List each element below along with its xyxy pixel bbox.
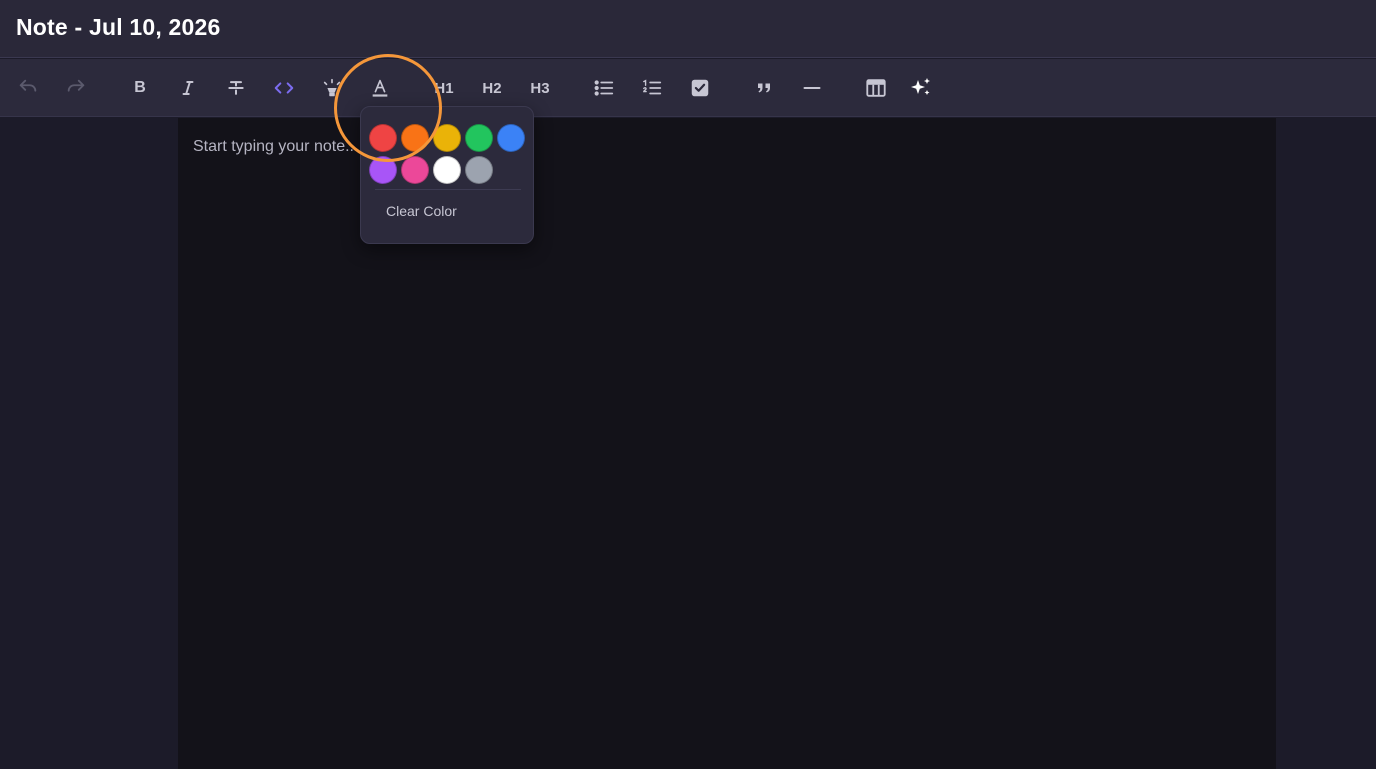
editor-placeholder: Start typing your note... bbox=[193, 138, 359, 155]
code-icon bbox=[274, 82, 294, 94]
heading-1-label: H1 bbox=[434, 79, 454, 97]
color-swatch-gray[interactable] bbox=[465, 156, 493, 184]
page-title: Note - Jul 10, 2026 bbox=[16, 14, 221, 40]
heading-1-button[interactable]: H1 bbox=[427, 71, 461, 105]
horizontal-rule-icon bbox=[803, 87, 821, 89]
color-swatch-green[interactable] bbox=[465, 124, 493, 152]
color-swatch-purple[interactable] bbox=[369, 156, 397, 184]
color-swatch-white[interactable] bbox=[433, 156, 461, 184]
formatting-toolbar: B H1 H2 H3 bbox=[0, 59, 1376, 117]
table-icon bbox=[866, 79, 886, 97]
highlighter-icon bbox=[323, 78, 341, 97]
undo-icon bbox=[19, 79, 37, 92]
quote-icon bbox=[758, 83, 770, 93]
horizontal-rule-button[interactable] bbox=[795, 71, 829, 105]
heading-3-button[interactable]: H3 bbox=[523, 71, 557, 105]
color-swatch-red[interactable] bbox=[369, 124, 397, 152]
numbered-list-icon bbox=[643, 79, 662, 95]
blockquote-button[interactable] bbox=[747, 71, 781, 105]
ai-assist-button[interactable] bbox=[904, 71, 938, 105]
note-editor-app: Note - Jul 10, 2026 B H1 H2 H3 Start typ… bbox=[0, 0, 1376, 769]
color-swatch-blue[interactable] bbox=[497, 124, 525, 152]
code-button[interactable] bbox=[267, 71, 301, 105]
task-list-button[interactable] bbox=[683, 71, 717, 105]
redo-icon bbox=[67, 79, 85, 92]
redo-button[interactable] bbox=[59, 71, 93, 105]
popup-divider bbox=[375, 189, 521, 190]
strikethrough-button[interactable] bbox=[219, 71, 253, 105]
undo-button[interactable] bbox=[11, 71, 45, 105]
strikethrough-icon bbox=[228, 81, 244, 95]
clear-color-button[interactable]: Clear Color bbox=[375, 199, 521, 223]
italic-button[interactable] bbox=[171, 71, 205, 105]
table-button[interactable] bbox=[859, 71, 893, 105]
right-margin bbox=[1276, 118, 1376, 769]
color-swatch-yellow[interactable] bbox=[433, 124, 461, 152]
text-color-button[interactable] bbox=[363, 71, 397, 105]
bullet-list-icon bbox=[594, 80, 614, 96]
numbered-list-button[interactable] bbox=[635, 71, 669, 105]
text-color-popup: Clear Color bbox=[360, 106, 534, 244]
left-margin bbox=[0, 118, 178, 769]
heading-3-label: H3 bbox=[530, 79, 550, 97]
editor-area[interactable]: Start typing your note... bbox=[178, 118, 1276, 769]
color-swatch-pink[interactable] bbox=[401, 156, 429, 184]
title-bar: Note - Jul 10, 2026 bbox=[0, 0, 1376, 58]
italic-icon bbox=[182, 81, 194, 95]
highlight-button[interactable] bbox=[315, 71, 349, 105]
sparkles-icon bbox=[911, 78, 930, 95]
heading-2-label: H2 bbox=[482, 79, 502, 97]
heading-2-button[interactable]: H2 bbox=[475, 71, 509, 105]
bold-icon: B bbox=[134, 79, 146, 96]
checkbox-icon bbox=[691, 79, 709, 97]
text-color-icon bbox=[372, 79, 388, 97]
color-swatch-orange[interactable] bbox=[401, 124, 429, 152]
bold-button[interactable]: B bbox=[123, 71, 157, 105]
bullet-list-button[interactable] bbox=[587, 71, 621, 105]
